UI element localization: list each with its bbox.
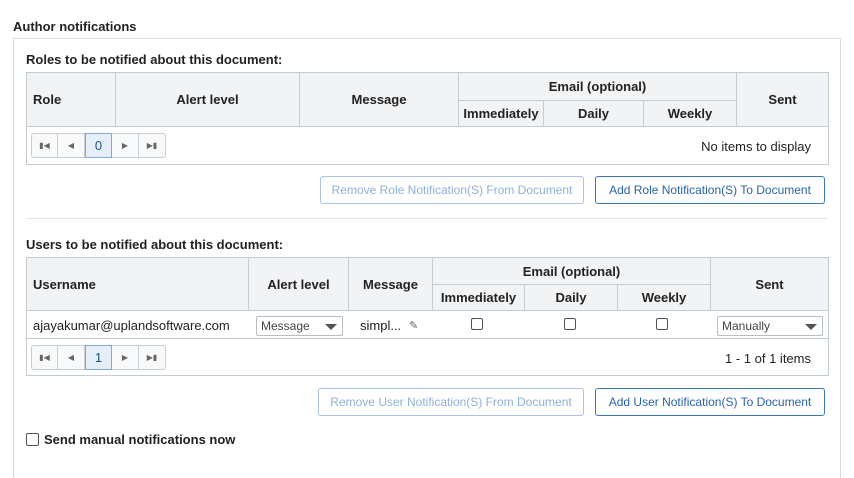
alert-level-select[interactable]: Message [256,316,343,336]
col-header-email: Email (optional) [433,258,711,285]
chevron-down-icon [805,324,817,330]
immediately-checkbox[interactable] [471,318,483,330]
send-manual-notifications-checkbox[interactable] [26,433,39,446]
col-header-immediately[interactable]: Immediately [459,101,544,127]
first-page-icon[interactable]: ▮◀ [31,345,58,370]
page-number-button[interactable]: 0 [85,133,112,158]
col-header-weekly[interactable]: Weekly [644,101,737,127]
col-header-message[interactable]: Message [300,73,459,127]
message-cell[interactable]: simpl... ✎ [360,311,418,339]
col-header-weekly[interactable]: Weekly [618,285,711,311]
sent-select[interactable]: Manually [717,316,823,336]
message-preview: simpl... [360,317,402,333]
weekly-checkbox[interactable] [656,318,668,330]
section-divider [26,218,828,219]
roles-title: Roles to be notified about this document… [26,52,283,67]
username-cell: ajayakumar@uplandsoftware.com [33,317,230,333]
users-pager-info: 1 - 1 of 1 items [725,351,811,366]
col-header-alert-level[interactable]: Alert level [116,73,300,127]
col-header-message[interactable]: Message [349,258,433,311]
send-manual-notifications-label[interactable]: Send manual notifications now [44,432,235,447]
add-role-notification-button[interactable]: Add Role Notification(S) To Document [595,176,825,204]
prev-page-icon[interactable]: ◀ [58,345,85,370]
next-page-icon[interactable]: ▶ [112,133,139,158]
first-page-icon[interactable]: ▮◀ [31,133,58,158]
sent-value: Manually [722,319,771,333]
section-title: Author notifications [13,19,137,34]
col-header-immediately[interactable]: Immediately [433,285,525,311]
roles-grid: Role Alert level Message Email (optional… [26,72,829,165]
page-number-button[interactable]: 1 [85,345,112,370]
remove-user-notification-button[interactable]: Remove User Notification(S) From Documen… [318,388,584,416]
users-pager: ▮◀ ◀ 1 ▶ ▶▮ [31,345,166,370]
col-header-sent[interactable]: Sent [711,258,828,311]
col-header-alert-level[interactable]: Alert level [249,258,349,311]
roles-pager-info: No items to display [701,139,811,154]
chevron-down-icon [325,324,337,330]
add-user-notification-button[interactable]: Add User Notification(S) To Document [595,388,825,416]
table-row[interactable]: ajayakumar@uplandsoftware.com Message si… [27,311,828,339]
daily-checkbox[interactable] [564,318,576,330]
last-page-icon[interactable]: ▶▮ [139,133,166,158]
prev-page-icon[interactable]: ◀ [58,133,85,158]
remove-role-notification-button[interactable]: Remove Role Notification(S) From Documen… [320,176,584,204]
col-header-role[interactable]: Role [27,73,116,127]
users-grid: Username Alert level Message Email (opti… [26,257,829,376]
last-page-icon[interactable]: ▶▮ [139,345,166,370]
col-header-daily[interactable]: Daily [525,285,618,311]
alert-level-value: Message [261,319,310,333]
pencil-icon[interactable]: ✎ [409,319,418,332]
next-page-icon[interactable]: ▶ [112,345,139,370]
col-header-daily[interactable]: Daily [544,101,644,127]
users-title: Users to be notified about this document… [26,237,284,252]
col-header-sent[interactable]: Sent [737,73,828,127]
col-header-username[interactable]: Username [27,258,249,311]
col-header-email: Email (optional) [459,73,737,101]
roles-pager: ▮◀ ◀ 0 ▶ ▶▮ [31,133,166,158]
